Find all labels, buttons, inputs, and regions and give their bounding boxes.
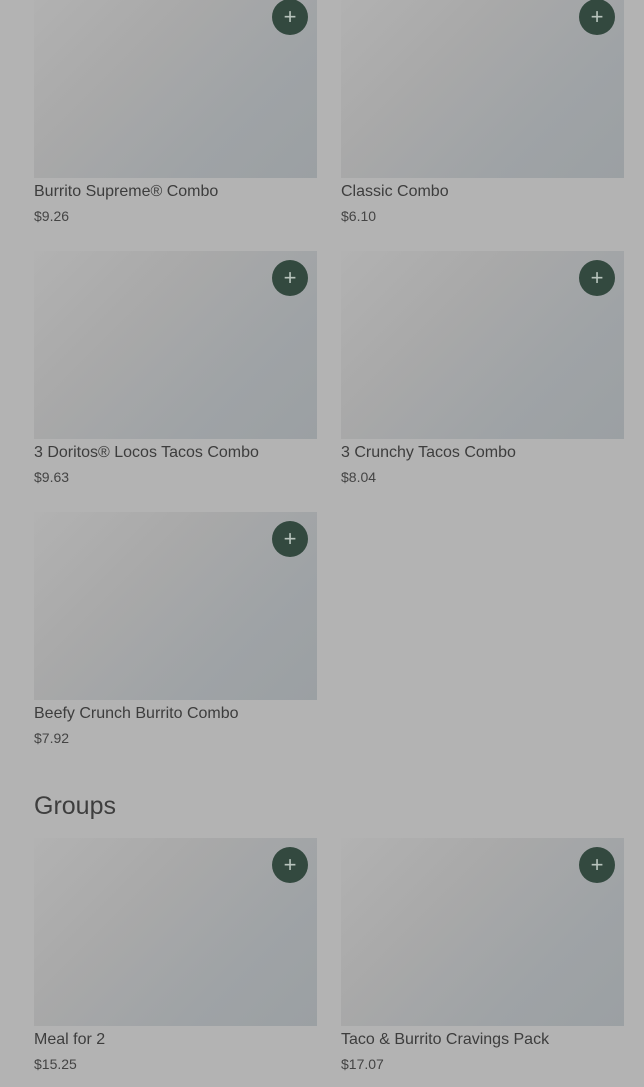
product-card-crunchy-tacos-combo[interactable]: + 3 Crunchy Tacos Combo $8.04 bbox=[341, 251, 624, 489]
product-card-taco-burrito-cravings-pack[interactable]: + Taco & Burrito Cravings Pack $17.07 bbox=[341, 838, 624, 1076]
product-price: $15.25 bbox=[34, 1056, 77, 1072]
plus-icon: + bbox=[590, 852, 604, 877]
groups-section-title: Groups bbox=[34, 792, 116, 820]
product-card-meal-for-2[interactable]: + Meal for 2 $15.25 bbox=[34, 838, 317, 1076]
plus-icon: + bbox=[590, 4, 604, 29]
product-name: Classic Combo bbox=[341, 183, 449, 200]
product-name: Burrito Supreme® Combo bbox=[34, 183, 219, 200]
add-to-cart-button[interactable]: + bbox=[579, 260, 615, 296]
add-to-cart-button[interactable]: + bbox=[272, 0, 308, 35]
add-to-cart-button[interactable]: + bbox=[272, 847, 308, 883]
product-price: $9.26 bbox=[34, 208, 70, 224]
add-to-cart-button[interactable]: + bbox=[579, 0, 615, 35]
plus-icon: + bbox=[283, 852, 297, 877]
product-price: $9.63 bbox=[34, 469, 70, 485]
product-name: Meal for 2 bbox=[34, 1031, 106, 1048]
product-card-classic-combo[interactable]: + Classic Combo $6.10 bbox=[341, 0, 624, 228]
plus-icon: + bbox=[283, 526, 297, 551]
add-to-cart-button[interactable]: + bbox=[579, 847, 615, 883]
product-name: 3 Doritos® Locos Tacos Combo bbox=[34, 444, 259, 461]
product-card-burrito-supreme-combo[interactable]: + Burrito Supreme® Combo $9.26 bbox=[34, 0, 317, 228]
add-to-cart-button[interactable]: + bbox=[272, 260, 308, 296]
groups-grid: + Meal for 2 $15.25 + Taco & Burrito Cra… bbox=[34, 838, 624, 1076]
product-price: $6.10 bbox=[341, 208, 377, 224]
plus-icon: + bbox=[590, 265, 604, 290]
product-name: Taco & Burrito Cravings Pack bbox=[341, 1031, 550, 1048]
plus-icon: + bbox=[283, 4, 297, 29]
product-price: $8.04 bbox=[341, 469, 377, 485]
add-to-cart-button[interactable]: + bbox=[272, 521, 308, 557]
combos-grid: + Burrito Supreme® Combo $9.26 + Classic… bbox=[34, 0, 624, 750]
product-name: 3 Crunchy Tacos Combo bbox=[341, 444, 516, 461]
product-price: $7.92 bbox=[34, 730, 70, 746]
product-price: $17.07 bbox=[341, 1056, 384, 1072]
product-name: Beefy Crunch Burrito Combo bbox=[34, 705, 239, 722]
product-card-doritos-locos-tacos-combo[interactable]: + 3 Doritos® Locos Tacos Combo $9.63 bbox=[34, 251, 317, 489]
plus-icon: + bbox=[283, 265, 297, 290]
product-card-beefy-crunch-burrito-combo[interactable]: + Beefy Crunch Burrito Combo $7.92 bbox=[34, 512, 317, 750]
